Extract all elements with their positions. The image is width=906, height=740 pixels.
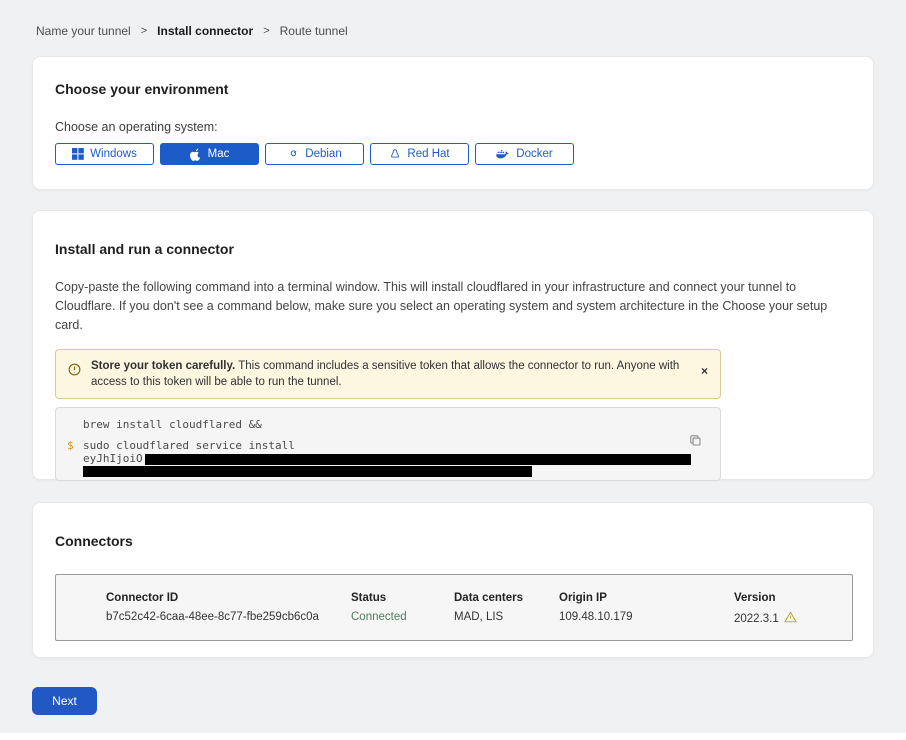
environment-card: Choose your environment Choose an operat… [32,56,874,190]
version-value: 2022.3.1 [734,611,852,626]
table-row: b7c52c42-6caa-48ee-8c77-fbe259cb6c0a Con… [106,611,852,626]
connectors-table: Connector ID Status Data centers Origin … [55,574,853,641]
warning-triangle-icon [784,611,797,626]
os-button-docker[interactable]: Docker [475,143,574,165]
column-header-origin-ip: Origin IP [559,592,734,604]
token-warning-text: Store your token carefully. This command… [91,358,691,390]
column-header-data-centers: Data centers [454,592,559,604]
connector-id-value: b7c52c42-6caa-48ee-8c77-fbe259cb6c0a [106,611,351,626]
breadcrumb-route-tunnel[interactable]: Route tunnel [280,24,348,38]
os-select-label: Choose an operating system: [55,120,851,134]
connectors-card-title: Connectors [55,533,851,550]
redacted-token-bar [83,466,532,477]
os-button-windows[interactable]: Windows [55,143,154,165]
column-header-status: Status [351,592,454,604]
os-button-label: Mac [208,148,230,160]
breadcrumb-separator: > [263,25,269,37]
page: Name your tunnel > Install connector > R… [0,0,906,658]
breadcrumb-install-connector[interactable]: Install connector [157,24,253,38]
close-icon[interactable]: × [701,366,708,376]
install-command-codeblock[interactable]: brew install cloudflared && $ sudo cloud… [55,407,721,481]
code-line-install: sudo cloudflared service install [83,439,295,452]
code-line-brew: brew install cloudflared && [83,418,262,431]
os-button-label: Windows [90,148,137,160]
breadcrumb-separator: > [141,25,147,37]
next-button[interactable]: Next [32,687,97,715]
redacted-token-bar [145,454,691,465]
breadcrumb-name-your-tunnel[interactable]: Name your tunnel [36,24,131,38]
install-card: Install and run a connector Copy-paste t… [32,210,874,480]
install-description: Copy-paste the following command into a … [55,278,851,335]
breadcrumb: Name your tunnel > Install connector > R… [32,0,874,38]
code-gutter [67,418,83,431]
os-button-label: Docker [516,148,552,160]
token-prefix: eyJhIjoiO [83,452,143,465]
column-header-version: Version [734,592,852,604]
os-button-group: Windows Mac Debian Red Hat [55,143,851,165]
copy-icon[interactable] [689,434,702,450]
token-warning-title: Store your token carefully. [91,360,235,372]
column-header-connector-id: Connector ID [106,592,351,604]
token-warning-banner: Store your token carefully. This command… [55,349,721,399]
apple-icon [190,148,202,161]
connectors-table-header: Connector ID Status Data centers Origin … [106,592,852,604]
connectors-card: Connectors Connector ID Status Data cent… [32,502,874,658]
data-centers-value: MAD, LIS [454,611,559,626]
version-number: 2022.3.1 [734,613,779,625]
docker-icon [496,149,510,160]
environment-card-title: Choose your environment [55,81,851,98]
os-button-mac[interactable]: Mac [160,143,259,165]
os-button-label: Red Hat [407,148,449,160]
bottom-edge [0,733,906,740]
code-command-block: sudo cloudflared service install eyJhIjo… [83,439,691,477]
install-card-title: Install and run a connector [55,241,851,258]
debian-icon [287,148,299,160]
windows-icon [72,148,84,160]
status-badge: Connected [351,611,454,626]
os-button-label: Debian [305,148,341,160]
shell-prompt: $ [67,439,83,477]
origin-ip-value: 109.48.10.179 [559,611,734,626]
os-button-redhat[interactable]: Red Hat [370,143,469,165]
redhat-icon [389,148,401,161]
os-button-debian[interactable]: Debian [265,143,364,165]
info-circle-icon [68,363,81,381]
